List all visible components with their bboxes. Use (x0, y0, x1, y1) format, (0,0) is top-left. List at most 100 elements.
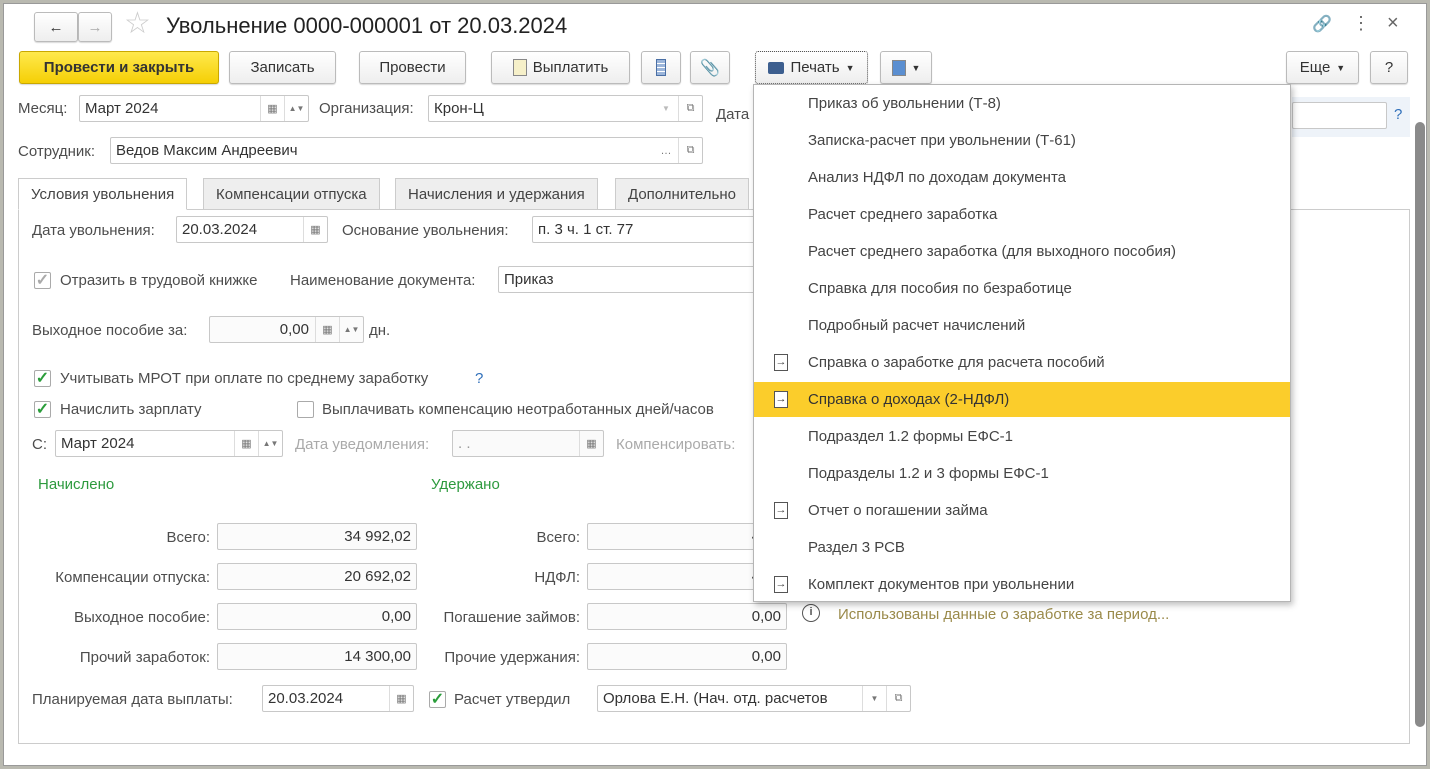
days-label: дн. (369, 322, 391, 339)
post-button[interactable]: Провести (359, 51, 466, 84)
print-menu-item-label: Подразделы 1.2 и 3 формы ЕФС-1 (808, 465, 1049, 482)
tab-vacation-compensation[interactable]: Компенсации отпуска (203, 178, 380, 210)
pay-button[interactable]: Выплатить (491, 51, 630, 84)
print-menu-item-label: Расчет среднего заработка (808, 206, 998, 223)
print-menu-item[interactable]: Записка-расчет при увольнении (Т-61) (754, 123, 1290, 158)
attach-button[interactable]: 📎 (690, 51, 730, 84)
help-label: ? (1384, 59, 1394, 76)
select-ellipsis-icon[interactable]: … (654, 138, 678, 163)
open-icon[interactable]: ⧉ (678, 138, 702, 163)
print-menu-item[interactable]: Справка для пособия по безработице (754, 271, 1290, 306)
print-menu-item[interactable]: Расчет среднего заработка (754, 197, 1290, 232)
print-menu-item-label: Анализ НДФЛ по доходам документа (808, 169, 1067, 186)
forward-button[interactable]: → (78, 12, 112, 42)
month-label: Месяц: (18, 100, 68, 117)
dismissal-date-field[interactable]: 20.03.2024 ▦ (176, 216, 328, 243)
workbook-checkbox[interactable]: ✓ (34, 272, 51, 289)
month-stepper[interactable]: ▲▼ (284, 96, 308, 121)
print-menu-item[interactable]: Подраздел 1.2 формы ЕФС-1 (754, 419, 1290, 454)
tab-label: Условия увольнения (31, 185, 175, 203)
print-menu-item[interactable]: → Комплект документов при увольнении (754, 567, 1290, 602)
open-icon[interactable]: ⧉ (886, 686, 910, 711)
calendar-icon[interactable]: ▦ (579, 431, 603, 456)
calendar-icon[interactable]: ▦ (389, 686, 413, 711)
approved-checkbox[interactable]: ✓ (429, 691, 446, 708)
calendar-icon[interactable]: ▦ (260, 96, 284, 121)
scrollbar-thumb[interactable] (1415, 122, 1425, 727)
print-menu-item[interactable]: → Отчет о погашении займа (754, 493, 1290, 528)
print-menu-item[interactable]: Анализ НДФЛ по доходам документа (754, 160, 1290, 195)
print-menu-item[interactable]: → Справка о доходах (2-НДФЛ) (754, 382, 1290, 417)
employee-label: Сотрудник: (18, 143, 96, 160)
create-based-on-button[interactable]: ▼ (880, 51, 932, 84)
mrot-checkbox[interactable]: ✓ (34, 370, 51, 387)
calendar-icon[interactable]: ▦ (303, 217, 327, 242)
tab-label: Компенсации отпуска (216, 185, 367, 203)
month-field[interactable]: Март 2024 ▦ ▲▼ (79, 95, 309, 122)
date-field[interactable] (1292, 102, 1387, 129)
tab-dismissal-conditions[interactable]: Условия увольнения (18, 178, 188, 210)
info-link[interactable]: Использованы данные о заработке за перио… (838, 606, 1169, 623)
accrued-row-label: Выходное пособие: (74, 609, 210, 626)
tab-accruals-deductions[interactable]: Начисления и удержания (395, 178, 598, 210)
document-name-label: Наименование документа: (290, 272, 476, 289)
favorite-star-icon[interactable]: ☆ (124, 6, 151, 41)
pay-date-field[interactable]: 20.03.2024 ▦ (262, 685, 414, 712)
employee-field[interactable]: Ведов Максим Андреевич … ⧉ (110, 137, 703, 164)
list-button[interactable] (641, 51, 681, 84)
more-button[interactable]: Еще ▼ (1286, 51, 1359, 84)
from-month-stepper[interactable]: ▲▼ (258, 431, 282, 456)
notice-date-value: . . (458, 435, 471, 452)
workbook-label: Отразить в трудовой книжке (60, 272, 258, 289)
dismissal-date-value: 20.03.2024 (182, 221, 258, 238)
reason-label: Основание увольнения: (342, 222, 509, 239)
compensate-days-checkbox[interactable] (297, 401, 314, 418)
severance-field[interactable]: 0,00 ▦ ▲▼ (209, 316, 364, 343)
print-menu-item[interactable]: Приказ об увольнении (Т-8) (754, 86, 1290, 121)
open-icon[interactable]: ⧉ (678, 96, 702, 121)
withheld-row-value: 0,00 (587, 643, 787, 670)
print-menu-item-label: Отчет о погашении займа (808, 502, 988, 519)
accrued-row-label: Прочий заработок: (79, 649, 210, 666)
post-and-close-button[interactable]: Провести и закрыть (19, 51, 219, 84)
link-icon[interactable]: 🔗 (1312, 14, 1332, 34)
tab-additional[interactable]: Дополнительно (615, 178, 749, 210)
print-menu-item-label: Записка-расчет при увольнении (Т-61) (808, 132, 1076, 149)
approved-by-field[interactable]: Орлова Е.Н. (Нач. отд. расчетов ▼ ⧉ (597, 685, 911, 712)
print-menu-item-label: Справка о доходах (2-НДФЛ) (808, 391, 1010, 408)
from-month-field[interactable]: Март 2024 ▦ ▲▼ (55, 430, 283, 457)
severance-stepper[interactable]: ▲▼ (339, 317, 363, 342)
back-button[interactable]: ← (34, 12, 78, 42)
chevron-down-icon: ▼ (911, 62, 921, 73)
help-icon[interactable]: ? (1394, 106, 1402, 123)
more-actions-icon[interactable]: ⋮ (1352, 13, 1370, 34)
help-icon[interactable]: ? (475, 370, 483, 387)
tab-label: Начисления и удержания (408, 185, 585, 203)
post-label: Провести (379, 59, 446, 76)
chevron-down-icon[interactable]: ▼ (862, 686, 886, 711)
from-month-value: Март 2024 (61, 435, 135, 452)
print-menu-item[interactable]: Расчет среднего заработка (для выходного… (754, 234, 1290, 269)
calculator-icon[interactable]: ▦ (315, 317, 339, 342)
print-form-icon: → (774, 502, 788, 519)
notice-date-field[interactable]: . . ▦ (452, 430, 604, 457)
printer-icon (768, 61, 785, 74)
reason-field[interactable]: п. 3 ч. 1 ст. 77 (532, 216, 757, 243)
print-menu-item[interactable]: Подразделы 1.2 и 3 формы ЕФС-1 (754, 456, 1290, 491)
from-label: С: (32, 436, 47, 453)
close-icon[interactable]: × (1387, 12, 1399, 35)
accrue-salary-checkbox[interactable]: ✓ (34, 401, 51, 418)
print-button[interactable]: Печать ▼ (755, 51, 868, 84)
calendar-icon[interactable]: ▦ (234, 431, 258, 456)
page-title: Увольнение 0000-000001 от 20.03.2024 (166, 13, 568, 38)
print-menu-item[interactable]: → Справка о заработке для расчета пособий (754, 345, 1290, 380)
document-name-field[interactable]: Приказ (498, 266, 757, 293)
print-menu-item[interactable]: Подробный расчет начислений (754, 308, 1290, 343)
print-menu-item[interactable]: Раздел 3 РСВ (754, 530, 1290, 565)
dismissal-date-label: Дата увольнения: (32, 222, 155, 239)
save-button[interactable]: Записать (229, 51, 336, 84)
help-button[interactable]: ? (1370, 51, 1408, 84)
organization-field[interactable]: Крон-Ц ▼ ⧉ (428, 95, 703, 122)
accrued-row-value: 0,00 (217, 603, 417, 630)
chevron-down-icon[interactable]: ▼ (654, 96, 678, 121)
